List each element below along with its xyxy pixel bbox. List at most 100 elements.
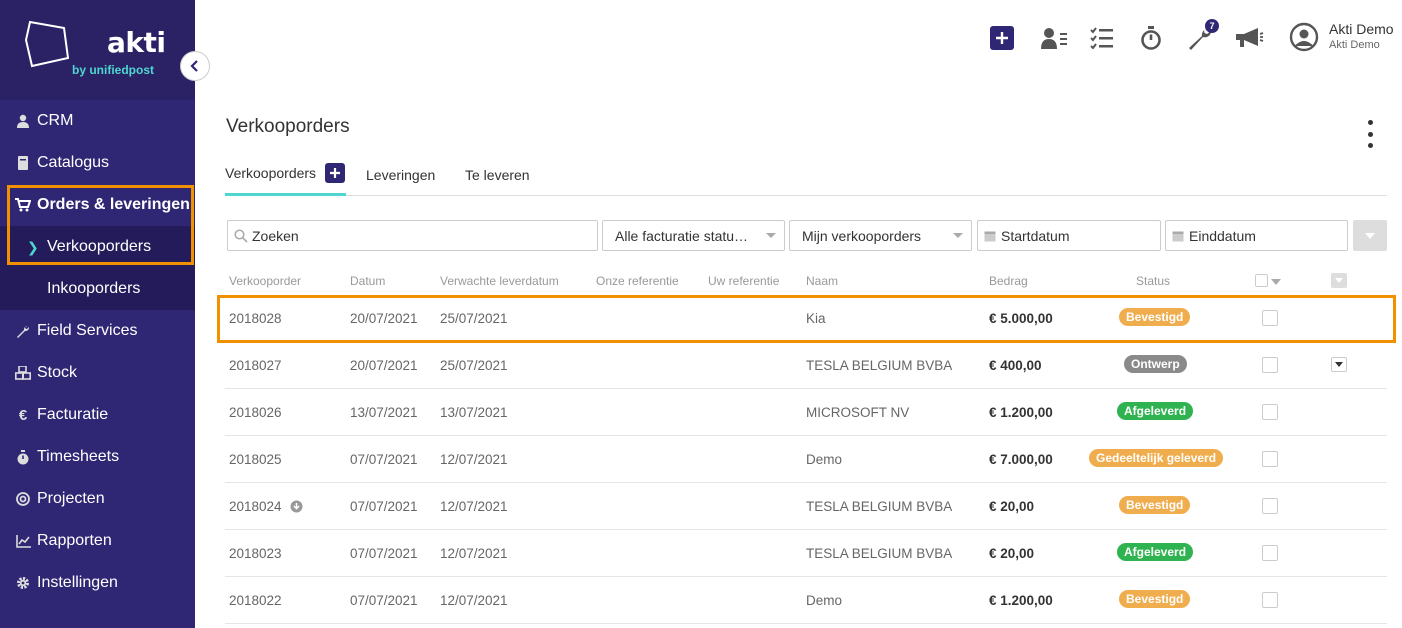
search-field[interactable] [227,220,598,251]
order-date: 13/07/2021 [350,405,418,420]
table-row[interactable]: 2018028 20/07/2021 25/07/2021 Kia € 5.00… [225,295,1387,342]
more-options-button[interactable] [1364,120,1376,148]
sidebar-item-projecten[interactable]: Projecten [0,478,195,520]
logo[interactable]: akti by unifiedpost [0,0,195,100]
sidebar-item-facturatie[interactable]: € Facturatie [0,394,195,436]
table-row[interactable]: 2018025 07/07/2021 12/07/2021 Demo € 7.0… [225,436,1387,483]
tasks-button[interactable] [1089,24,1115,52]
tab-label: Verkooporders [225,165,317,181]
sidebar-item-rapporten[interactable]: Rapporten [0,520,195,562]
tab-bar: Verkooporders Leveringen Te leveren [225,158,1387,196]
download-circle-icon[interactable] [290,500,303,513]
contacts-list-icon [1041,28,1067,49]
chevron-down-icon [1335,362,1343,367]
sidebar-item-field-services[interactable]: Field Services [0,310,195,352]
customer-name: Kia [806,311,826,326]
search-input[interactable] [252,227,597,244]
sidebar-item-crm[interactable]: CRM [0,100,195,142]
customer-name: MICROSOFT NV [806,405,910,420]
column-header-amount[interactable]: Bedrag [989,274,1028,288]
chevron-down-icon [1365,232,1375,239]
customer-name: TESLA BELGIUM BVBA [806,546,953,561]
tab-te-leveren[interactable]: Te leveren [465,158,530,196]
owner-select[interactable]: Mijn verkooporders [789,220,972,251]
row-checkbox[interactable] [1262,451,1278,467]
column-header-date[interactable]: Datum [350,274,385,288]
row-checkbox[interactable] [1262,357,1278,373]
column-header-our-reference[interactable]: Onze referentie [596,274,679,288]
column-header-name[interactable]: Naam [806,274,838,288]
checklist-icon [1090,27,1113,49]
order-number[interactable]: 2018027 [229,342,282,389]
end-date-input[interactable] [1189,227,1347,244]
order-number[interactable]: 2018023 [229,530,282,577]
row-menu-button[interactable] [1331,357,1347,372]
column-header-delivery-date[interactable]: Verwachte leverdatum [440,274,559,288]
tab-leveringen[interactable]: Leveringen [366,158,435,196]
row-checkbox[interactable] [1262,545,1278,561]
sidebar-subitem-verkooporders[interactable]: ❯ Verkooporders [0,226,195,268]
order-number[interactable]: 2018024 [229,483,303,530]
column-header-status[interactable]: Status [1136,274,1170,288]
select-all-checkbox[interactable] [1255,274,1268,287]
sidebar-item-label: Timesheets [37,448,120,465]
row-checkbox[interactable] [1262,310,1278,326]
announcements-button[interactable] [1234,24,1264,52]
filter-options-button[interactable] [1353,220,1387,251]
timer-button[interactable] [1139,24,1163,52]
user-circle-icon [1289,22,1319,52]
column-header-your-reference[interactable]: Uw referentie [708,274,779,288]
user-avatar[interactable] [1289,22,1319,52]
column-header-order[interactable]: Verkooporder [229,274,301,288]
tab-verkooporders[interactable]: Verkooporders [225,158,346,196]
sidebar-item-instellingen[interactable]: Instellingen [0,562,195,604]
table-row[interactable]: 2018026 13/07/2021 13/07/2021 MICROSOFT … [225,389,1387,436]
chevron-down-icon[interactable] [1271,279,1281,285]
table-row[interactable]: 2018027 20/07/2021 25/07/2021 TESLA BELG… [225,342,1387,389]
order-number[interactable]: 2018022 [229,577,282,624]
order-number[interactable]: 2018026 [229,389,282,436]
user-company: Akti Demo [1329,39,1380,51]
start-date-input[interactable] [1001,227,1160,244]
megaphone-icon [1236,28,1264,47]
contacts-button[interactable] [1039,24,1071,52]
order-number[interactable]: 2018028 [229,295,282,342]
sidebar-item-timesheets[interactable]: Timesheets [0,436,195,478]
sidebar-item-stock[interactable]: Stock [0,352,195,394]
sidebar-item-label: Facturatie [37,406,109,423]
row-checkbox[interactable] [1262,592,1278,608]
row-checkbox[interactable] [1262,404,1278,420]
field-services-button[interactable]: 7 [1187,19,1219,52]
status-badge: Bevestigd [1119,308,1191,326]
sidebar-item-catalogus[interactable]: Catalogus [0,142,195,184]
user-name[interactable]: Akti Demo [1329,21,1394,37]
order-number[interactable]: 2018025 [229,436,282,483]
table-row[interactable]: 2018024 07/07/2021 12/07/2021 TESLA BELG… [225,483,1387,530]
sidebar-item-label: Field Services [37,322,138,339]
table-row[interactable]: 2018023 07/07/2021 12/07/2021 TESLA BELG… [225,530,1387,577]
add-order-button[interactable] [325,163,346,183]
table-row[interactable]: 2018022 07/07/2021 12/07/2021 Demo € 1.2… [225,577,1387,624]
customer-name: TESLA BELGIUM BVBA [806,358,953,373]
kebab-dot [1367,120,1373,125]
delivery-date: 12/07/2021 [440,452,508,467]
chevron-down-icon [1335,278,1343,283]
tab-label: Te leveren [465,166,530,183]
start-date-field[interactable] [977,220,1161,251]
order-date: 07/07/2021 [350,499,418,514]
row-checkbox[interactable] [1262,498,1278,514]
sidebar-subitem-inkooporders[interactable]: Inkooporders [0,268,195,310]
sidebar-item-orders[interactable]: Orders & leveringen [0,184,195,226]
quick-add-button[interactable] [990,24,1014,52]
app: akti by unifiedpost CRM Catalogus Orders… [0,0,1402,628]
status-badge: Bevestigd [1119,590,1191,608]
billing-status-select[interactable]: Alle facturatie statu… [602,220,785,251]
end-date-field[interactable] [1165,220,1348,251]
collapse-sidebar-button[interactable] [180,51,210,81]
target-icon [15,491,31,507]
column-options-button[interactable] [1331,273,1347,288]
akti-logo-icon [24,20,70,68]
calendar-icon [984,231,996,241]
kebab-dot [1367,143,1373,148]
notification-badge: 7 [1205,19,1219,33]
